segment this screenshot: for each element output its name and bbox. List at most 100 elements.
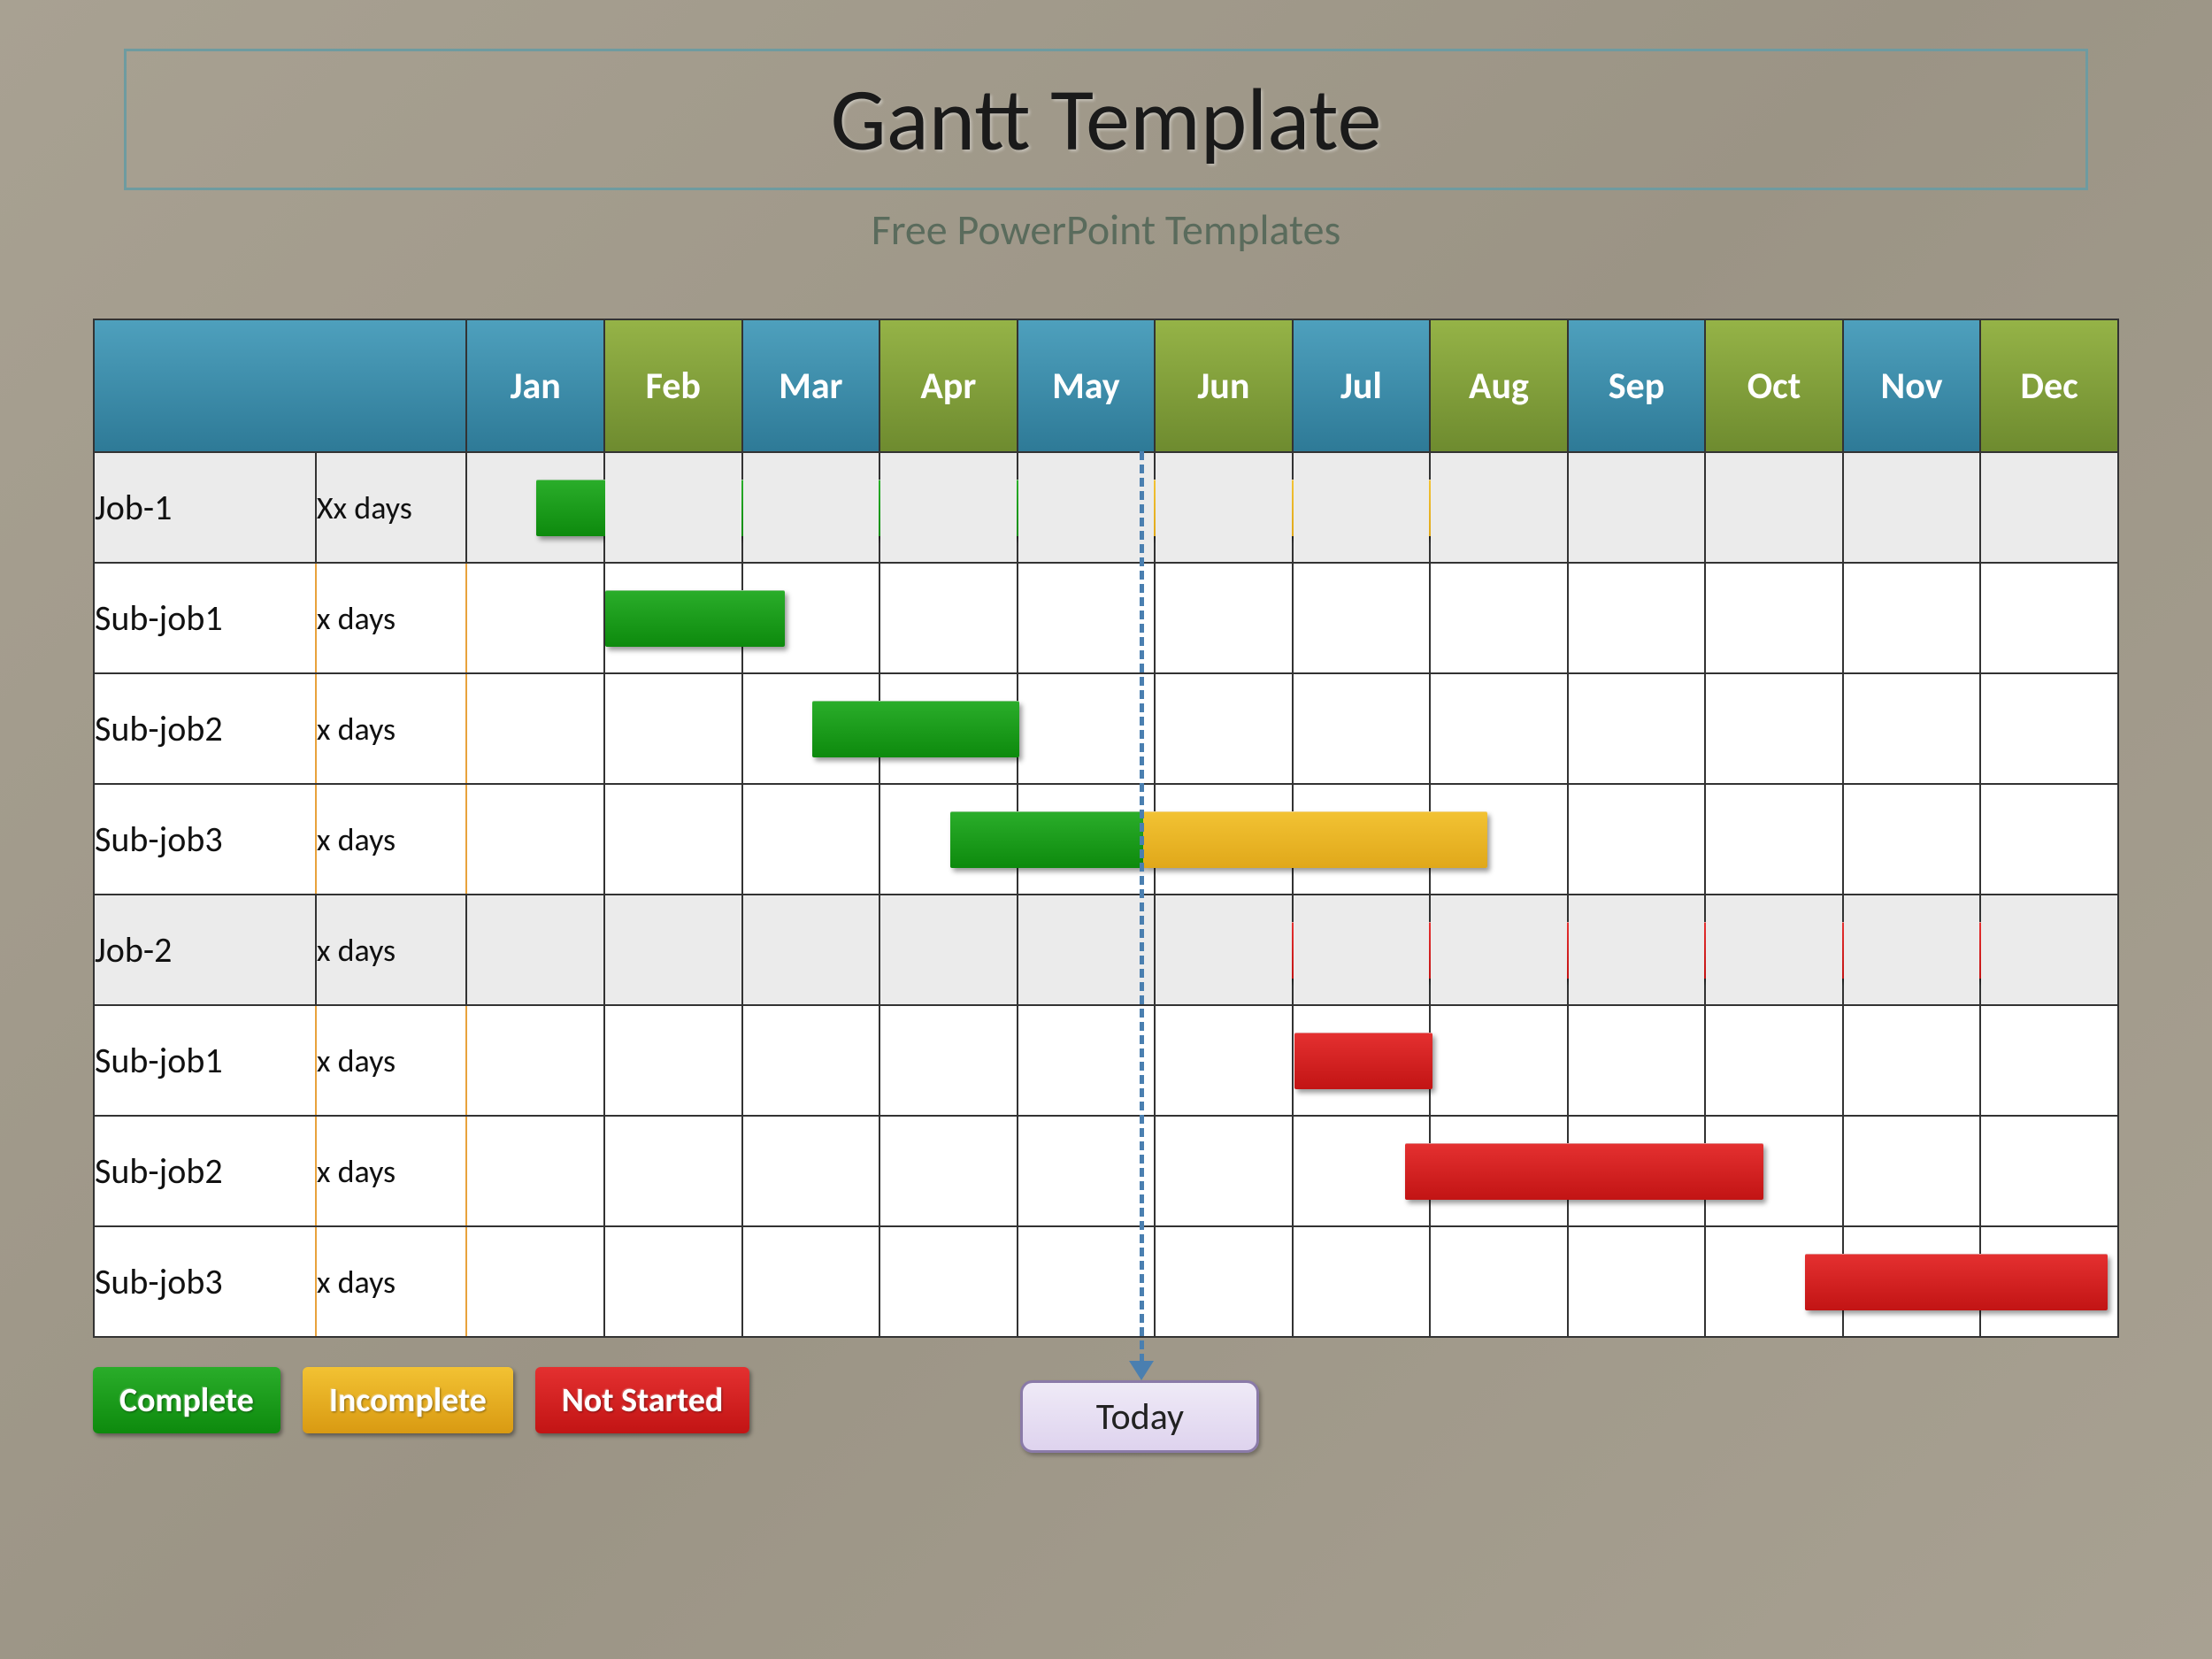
task-name: Sub-job2: [94, 1116, 316, 1226]
month-header-jun: Jun: [1155, 319, 1293, 452]
gantt-cell: [1155, 452, 1293, 563]
gantt-cell: [879, 784, 1018, 895]
gantt-cell: [1705, 1226, 1843, 1337]
gantt-cell: [1155, 1005, 1293, 1116]
gantt-cell: [604, 563, 742, 673]
task-name: Sub-job1: [94, 563, 316, 673]
task-duration: Xx days: [316, 452, 467, 563]
month-header-dec: Dec: [1980, 319, 2118, 452]
gantt-cell: [742, 784, 880, 895]
gantt-cell: [604, 673, 742, 784]
gantt-cell: [1293, 784, 1431, 895]
gantt-cell: [1568, 895, 1706, 1005]
gantt-cell: [1430, 673, 1568, 784]
gantt-cell: [1705, 895, 1843, 1005]
header-corner: [94, 319, 466, 452]
gantt-cell: [466, 563, 604, 673]
legend-notstarted: Not Started: [535, 1367, 750, 1433]
task-name: Sub-job3: [94, 784, 316, 895]
month-header-mar: Mar: [742, 319, 880, 452]
task-name: Sub-job2: [94, 673, 316, 784]
gantt-cell: [1018, 563, 1156, 673]
gantt-container: JanFebMarAprMayJunJulAugSepOctNovDec Job…: [93, 319, 2119, 1338]
gantt-cell: [1980, 452, 2118, 563]
gantt-cell: [1843, 1005, 1981, 1116]
gantt-cell: [742, 673, 880, 784]
gantt-cell: [1155, 784, 1293, 895]
gantt-cell: [1018, 452, 1156, 563]
gantt-cell: [1018, 784, 1156, 895]
gantt-row: Sub-job2x days: [94, 1116, 2118, 1226]
gantt-cell: [1293, 673, 1431, 784]
month-header-aug: Aug: [1430, 319, 1568, 452]
gantt-cell: [604, 452, 742, 563]
gantt-cell: [879, 1005, 1018, 1116]
gantt-cell: [1568, 784, 1706, 895]
gantt-cell: [1843, 1226, 1981, 1337]
gantt-cell: [1155, 1226, 1293, 1337]
gantt-cell: [1293, 1226, 1431, 1337]
month-header-oct: Oct: [1705, 319, 1843, 452]
gantt-cell: [742, 1226, 880, 1337]
gantt-cell: [1568, 452, 1706, 563]
gantt-cell: [1568, 1005, 1706, 1116]
gantt-cell: [879, 1116, 1018, 1226]
task-duration: x days: [316, 673, 467, 784]
task-name: Job-2: [94, 895, 316, 1005]
gantt-cell: [1155, 563, 1293, 673]
gantt-cell: [1843, 895, 1981, 1005]
gantt-cell: [1018, 895, 1156, 1005]
gantt-cell: [742, 563, 880, 673]
gantt-cell: [1705, 1116, 1843, 1226]
gantt-cell: [879, 452, 1018, 563]
gantt-cell: [1018, 1226, 1156, 1337]
gantt-cell: [1018, 1116, 1156, 1226]
task-duration: x days: [316, 1116, 467, 1226]
today-button[interactable]: Today: [1020, 1380, 1259, 1453]
gantt-table: JanFebMarAprMayJunJulAugSepOctNovDec Job…: [93, 319, 2119, 1338]
gantt-cell: [1843, 673, 1981, 784]
gantt-cell: [1843, 452, 1981, 563]
gantt-row: Sub-job1x days: [94, 1005, 2118, 1116]
gantt-cell: [1293, 452, 1431, 563]
gantt-cell: [1018, 1005, 1156, 1116]
gantt-cell: [1705, 673, 1843, 784]
legend-incomplete: Incomplete: [303, 1367, 513, 1433]
gantt-header-row: JanFebMarAprMayJunJulAugSepOctNovDec: [94, 319, 2118, 452]
month-header-apr: Apr: [879, 319, 1018, 452]
gantt-row: Sub-job3x days: [94, 784, 2118, 895]
month-header-nov: Nov: [1843, 319, 1981, 452]
gantt-cell: [1568, 1226, 1706, 1337]
gantt-cell: [1430, 452, 1568, 563]
gantt-cell: [1980, 673, 2118, 784]
gantt-cell: [1293, 1116, 1431, 1226]
gantt-cell: [604, 895, 742, 1005]
gantt-cell: [604, 1005, 742, 1116]
gantt-cell: [1843, 1116, 1981, 1226]
gantt-cell: [466, 673, 604, 784]
gantt-cell: [1430, 563, 1568, 673]
gantt-cell: [1155, 895, 1293, 1005]
gantt-cell: [1705, 563, 1843, 673]
gantt-cell: [1155, 673, 1293, 784]
gantt-cell: [1293, 895, 1431, 1005]
gantt-row: Job-2x days: [94, 895, 2118, 1005]
task-duration: x days: [316, 784, 467, 895]
month-header-sep: Sep: [1568, 319, 1706, 452]
gantt-cell: [742, 1116, 880, 1226]
gantt-cell: [879, 563, 1018, 673]
month-header-may: May: [1018, 319, 1156, 452]
gantt-row: Job-1Xx days: [94, 452, 2118, 563]
gantt-cell: [1155, 1116, 1293, 1226]
slide-title: Gantt Template: [831, 65, 1382, 173]
gantt-cell: [604, 1116, 742, 1226]
slide-subtitle: Free PowerPoint Templates: [0, 204, 2212, 256]
gantt-cell: [1705, 452, 1843, 563]
gantt-row: Sub-job1x days: [94, 563, 2118, 673]
month-header-jul: Jul: [1293, 319, 1431, 452]
gantt-cell: [1980, 563, 2118, 673]
legend: Complete Incomplete Not Started: [93, 1367, 749, 1433]
gantt-cell: [1430, 1005, 1568, 1116]
gantt-cell: [1568, 563, 1706, 673]
task-name: Job-1: [94, 452, 316, 563]
